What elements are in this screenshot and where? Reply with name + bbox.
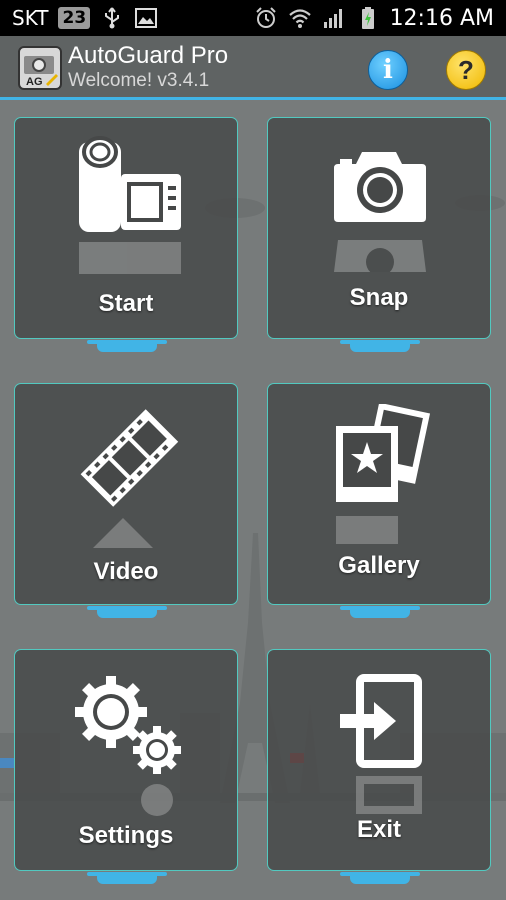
video-camera-icon bbox=[79, 136, 181, 274]
app-subtitle: Welcome! v3.4.1 bbox=[68, 70, 210, 91]
usb-icon bbox=[105, 7, 120, 29]
help-icon: ? bbox=[458, 54, 474, 85]
settings-label: Settings bbox=[78, 822, 174, 849]
help-button[interactable]: ? bbox=[446, 50, 486, 90]
start-tile[interactable]: Start bbox=[14, 117, 238, 352]
exit-door-icon bbox=[340, 674, 422, 814]
image-icon bbox=[135, 8, 158, 28]
gallery-label: Gallery bbox=[338, 552, 420, 579]
info-icon: i bbox=[383, 55, 393, 85]
tile-indicator bbox=[340, 340, 420, 352]
gallery-tile[interactable]: Gallery bbox=[267, 383, 491, 618]
status-bar: SKT 23 12:16 AM bbox=[0, 0, 506, 36]
tile-indicator bbox=[87, 340, 167, 352]
svg-text:AG: AG bbox=[26, 76, 43, 88]
info-button[interactable]: i bbox=[368, 50, 408, 90]
wifi-icon bbox=[288, 9, 311, 28]
signal-icon bbox=[323, 9, 342, 28]
clock: 12:16 AM bbox=[389, 5, 494, 31]
video-label: Video bbox=[93, 558, 159, 585]
gallery-star-icon bbox=[336, 404, 430, 544]
battery-charging-icon bbox=[361, 7, 374, 29]
gears-icon bbox=[75, 676, 181, 816]
carrier-name: SKT bbox=[12, 6, 49, 30]
notification-count-badge: 23 bbox=[58, 7, 91, 29]
exit-label: Exit bbox=[356, 816, 401, 843]
film-strip-icon bbox=[80, 409, 179, 548]
app-logo: AG bbox=[18, 46, 62, 90]
tile-indicator bbox=[340, 872, 420, 884]
tile-indicator bbox=[87, 872, 167, 884]
tile-indicator bbox=[340, 606, 420, 618]
snap-tile[interactable]: Snap bbox=[267, 117, 491, 352]
alarm-icon bbox=[255, 7, 276, 28]
tile-indicator bbox=[87, 606, 167, 618]
snap-label: Snap bbox=[349, 284, 409, 311]
settings-tile[interactable]: Settings bbox=[14, 649, 238, 884]
app-title: AutoGuard Pro bbox=[68, 42, 229, 69]
start-label: Start bbox=[98, 290, 154, 317]
app-header: AG AutoGuard Pro Welcome! v3.4.1 i ? bbox=[0, 36, 506, 100]
exit-tile[interactable]: Exit bbox=[267, 649, 491, 884]
video-tile[interactable]: Video bbox=[14, 383, 238, 618]
photo-camera-icon bbox=[334, 152, 426, 272]
